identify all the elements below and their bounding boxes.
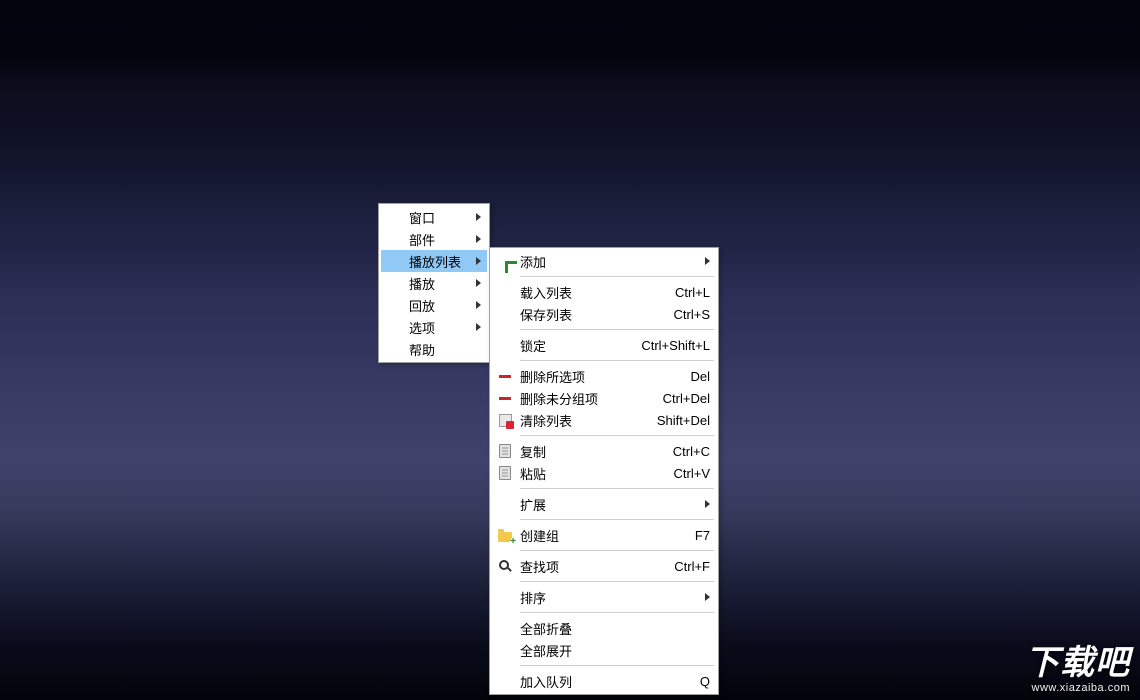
- submenu-arrow-icon: [476, 235, 481, 243]
- clearlist-icon: [497, 412, 513, 428]
- menu-item-delete-ungrouped[interactable]: 删除未分组项 Ctrl+Del: [492, 387, 716, 409]
- menu-item-label: 锁定: [520, 336, 580, 355]
- menu-separator: [520, 612, 714, 613]
- menu-item-shortcut: Ctrl+L: [645, 285, 710, 300]
- submenu-arrow-icon: [476, 257, 481, 265]
- menu-item-create-group[interactable]: 创建组 F7: [492, 524, 716, 546]
- menu-item-clear-list[interactable]: 清除列表 Shift+Del: [492, 409, 716, 431]
- minus-icon: [497, 368, 513, 384]
- submenu-arrow-icon: [476, 213, 481, 221]
- menu-item-label: 回放: [409, 296, 453, 315]
- menu-item-shortcut: Ctrl+Shift+L: [611, 338, 710, 353]
- menu-item-label: 播放列表: [409, 252, 461, 271]
- menu-item-label: 部件: [409, 230, 453, 249]
- menu-item-lock[interactable]: 锁定 Ctrl+Shift+L: [492, 334, 716, 356]
- menu-separator: [520, 329, 714, 330]
- search-icon: [497, 558, 513, 574]
- menu-item-find[interactable]: 查找项 Ctrl+F: [492, 555, 716, 577]
- menu-item-options[interactable]: 选项: [381, 316, 487, 338]
- menu-item-label: 删除所选项: [520, 367, 585, 386]
- menu-item-extend[interactable]: 扩展: [492, 493, 716, 515]
- menu-item-shortcut: Ctrl+S: [644, 307, 710, 322]
- menu-item-label: 全部折叠: [520, 619, 580, 638]
- watermark: 下载吧 www.xiazaiba.com: [1025, 635, 1130, 694]
- menu-separator: [520, 360, 714, 361]
- context-menu-main: 窗口 部件 播放列表 播放 回放 选项 帮助: [378, 203, 490, 363]
- menu-item-help[interactable]: 帮助: [381, 338, 487, 360]
- watermark-logo-text: 下载吧: [1025, 635, 1130, 684]
- submenu-arrow-icon: [476, 323, 481, 331]
- submenu-arrow-icon: [705, 500, 710, 508]
- context-menu-playlist: 添加 载入列表 Ctrl+L 保存列表 Ctrl+S 锁定 Ctrl+Shift…: [489, 247, 719, 695]
- menu-item-label: 粘贴: [520, 464, 580, 483]
- menu-item-label: 添加: [520, 252, 580, 271]
- paste-icon: [497, 465, 513, 481]
- menu-item-load-list[interactable]: 载入列表 Ctrl+L: [492, 281, 716, 303]
- desktop-background: 窗口 部件 播放列表 播放 回放 选项 帮助 添加: [0, 0, 1140, 700]
- menu-item-label: 创建组: [520, 526, 580, 545]
- menu-separator: [520, 488, 714, 489]
- plus-icon: [497, 253, 513, 269]
- menu-item-label: 帮助: [409, 340, 453, 359]
- menu-item-label: 窗口: [409, 208, 453, 227]
- menu-separator: [520, 665, 714, 666]
- menu-item-copy[interactable]: 复制 Ctrl+C: [492, 440, 716, 462]
- menu-item-add[interactable]: 添加: [492, 250, 716, 272]
- menu-item-shortcut: F7: [665, 528, 710, 543]
- submenu-arrow-icon: [705, 593, 710, 601]
- menu-item-sort[interactable]: 排序: [492, 586, 716, 608]
- menu-item-label: 选项: [409, 318, 453, 337]
- menu-item-window[interactable]: 窗口: [381, 206, 487, 228]
- menu-separator: [520, 276, 714, 277]
- menu-item-label: 清除列表: [520, 411, 580, 430]
- menu-item-label: 播放: [409, 274, 453, 293]
- menu-item-playback[interactable]: 回放: [381, 294, 487, 316]
- copy-icon: [497, 443, 513, 459]
- menu-item-collapse-all[interactable]: 全部折叠: [492, 617, 716, 639]
- menu-separator: [520, 550, 714, 551]
- menu-item-widgets[interactable]: 部件: [381, 228, 487, 250]
- folder-plus-icon: [497, 527, 513, 543]
- submenu-arrow-icon: [476, 279, 481, 287]
- menu-item-label: 载入列表: [520, 283, 580, 302]
- menu-item-shortcut: Ctrl+Del: [633, 391, 710, 406]
- menu-item-label: 复制: [520, 442, 580, 461]
- menu-item-save-list[interactable]: 保存列表 Ctrl+S: [492, 303, 716, 325]
- menu-item-label: 删除未分组项: [520, 389, 598, 408]
- menu-separator: [520, 519, 714, 520]
- submenu-arrow-icon: [476, 301, 481, 309]
- menu-separator: [520, 581, 714, 582]
- menu-item-label: 全部展开: [520, 641, 580, 660]
- menu-item-shortcut: Del: [660, 369, 710, 384]
- submenu-arrow-icon: [705, 257, 710, 265]
- menu-item-enqueue[interactable]: 加入队列 Q: [492, 670, 716, 692]
- menu-item-expand-all[interactable]: 全部展开: [492, 639, 716, 661]
- menu-item-shortcut: Q: [670, 674, 710, 689]
- menu-item-play[interactable]: 播放: [381, 272, 487, 294]
- menu-item-label: 加入队列: [520, 672, 580, 691]
- menu-item-shortcut: Ctrl+C: [643, 444, 710, 459]
- menu-item-label: 扩展: [520, 495, 580, 514]
- menu-item-playlist[interactable]: 播放列表: [381, 250, 487, 272]
- menu-item-delete-selected[interactable]: 删除所选项 Del: [492, 365, 716, 387]
- menu-item-shortcut: Ctrl+F: [644, 559, 710, 574]
- minus-icon: [497, 390, 513, 406]
- menu-item-paste[interactable]: 粘贴 Ctrl+V: [492, 462, 716, 484]
- menu-item-label: 查找项: [520, 557, 580, 576]
- menu-item-label: 保存列表: [520, 305, 580, 324]
- watermark-url-text: www.xiazaiba.com: [1032, 682, 1130, 694]
- menu-separator: [520, 435, 714, 436]
- menu-item-label: 排序: [520, 588, 580, 607]
- menu-item-shortcut: Ctrl+V: [644, 466, 710, 481]
- menu-item-shortcut: Shift+Del: [627, 413, 710, 428]
